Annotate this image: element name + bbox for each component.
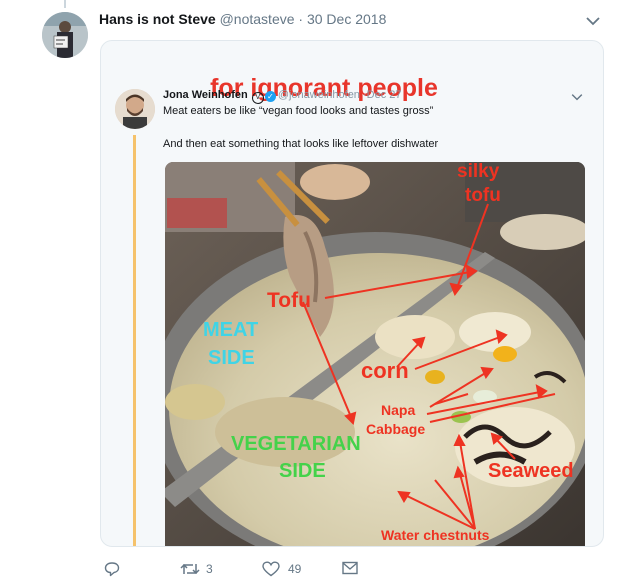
label-tofu-small: tofu [465, 185, 501, 206]
author-avatar[interactable] [42, 12, 88, 58]
quoted-text-line2: And then eat something that looks like l… [163, 138, 439, 150]
quoted-author-name[interactable]: Jona Weinhofen [163, 89, 248, 101]
heart-icon [262, 561, 280, 577]
tweet-header: Hans is not Steve @notasteve · 30 Dec 20… [99, 11, 386, 27]
label-water-chestnuts: Water chestnuts [381, 527, 490, 543]
retweet-count: 3 [206, 562, 213, 576]
v-badge-icon: V [251, 92, 264, 104]
label-veg-side: SIDE [279, 460, 326, 482]
retweet-button[interactable]: 3 [180, 561, 213, 577]
tweet-actions: 3 49 [0, 561, 643, 581]
quoted-date[interactable]: ·Dec 27 [363, 89, 402, 101]
author-name[interactable]: Hans is not Steve [99, 11, 216, 27]
reply-icon [104, 562, 120, 577]
label-napa: Napa [381, 402, 416, 418]
label-meat: MEAT [203, 319, 259, 341]
label-meat-side: SIDE [208, 347, 255, 369]
direct-message-button[interactable] [342, 561, 358, 575]
thread-connector [133, 135, 136, 546]
label-tofu: Tofu [267, 289, 311, 312]
reply-button[interactable] [104, 561, 126, 577]
like-button[interactable]: 49 [262, 561, 301, 577]
separator-dot: · [298, 11, 304, 27]
label-cabbage: Cabbage [366, 421, 426, 437]
thread-line-top [64, 0, 66, 8]
label-vegetarian: VEGETARIAN [231, 433, 361, 455]
quoted-text-line1: Meat eaters be like “vegan food looks an… [163, 105, 434, 117]
verified-icon: ✓ [264, 91, 276, 102]
chevron-down-icon[interactable] [571, 93, 583, 101]
envelope-icon [342, 561, 358, 575]
quoted-image-card[interactable]: for ignorant people Jona Weinhofen V ✓ @jo… [100, 40, 604, 547]
hotpot-photo[interactable]: silky tofu Tofu MEAT SIDE corn Napa Cabb… [165, 162, 585, 546]
label-seaweed: Seaweed [488, 460, 574, 482]
quoted-header: Jona Weinhofen V ✓ @jonaweinhofen ·Dec 27 [163, 89, 402, 104]
quoted-author-handle[interactable]: @jonaweinhofen [278, 89, 360, 101]
quoted-author-avatar[interactable] [115, 89, 155, 129]
label-corn: corn [361, 358, 409, 383]
chevron-down-icon[interactable] [586, 16, 600, 26]
author-handle[interactable]: @notasteve [220, 11, 295, 27]
tweet-date[interactable]: 30 Dec 2018 [307, 11, 386, 27]
retweet-icon [180, 563, 200, 575]
like-count: 49 [288, 562, 302, 576]
label-silky: silky [457, 162, 500, 182]
